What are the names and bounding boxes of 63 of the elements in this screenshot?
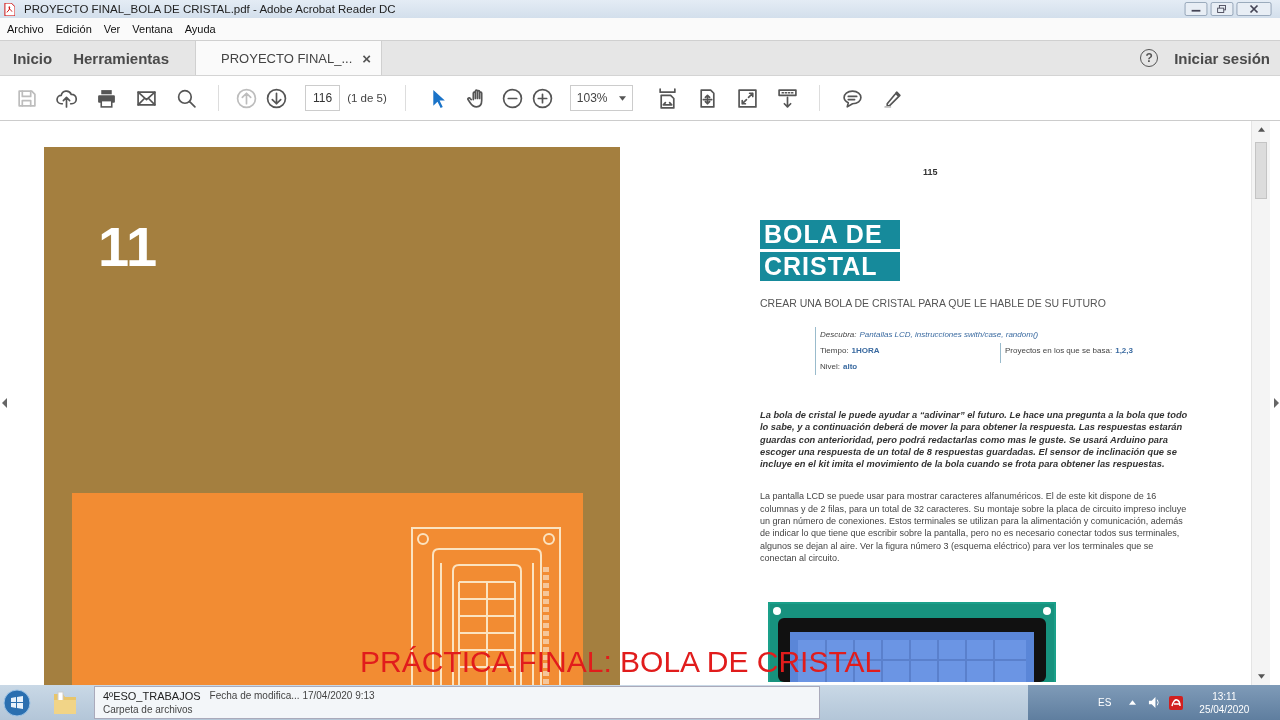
fullscreen-icon xyxy=(737,87,758,109)
page-number-field[interactable]: 116 xyxy=(305,85,341,111)
cloud-upload-icon xyxy=(55,87,77,109)
search-icon xyxy=(175,87,197,109)
speech-bubble-icon xyxy=(842,87,863,109)
printer-icon xyxy=(95,87,117,109)
window-title: PROYECTO FINAL_BOLA DE CRISTAL.pdf - Adobe Acrobat Reader DC xyxy=(24,3,396,15)
minimize-icon[interactable] xyxy=(1184,2,1208,16)
page-number: 115 xyxy=(923,167,938,177)
page-left-arrow-icon[interactable] xyxy=(2,398,7,408)
antivirus-icon[interactable] xyxy=(1169,695,1184,710)
vertical-scrollbar[interactable] xyxy=(1251,121,1270,685)
info-value: 1,2,3 xyxy=(1115,345,1133,357)
zoom-out-icon xyxy=(502,87,524,109)
menu-item[interactable]: Edición xyxy=(55,23,92,35)
chapter-title: CRISTAL xyxy=(760,252,900,281)
body-paragraph: La pantalla LCD se puede usar para mostrar caracteres alfanuméricos. El de este kit dispone de 16 columnas y de 2 filas, para un total de 32 caracteres. Su montaje sobre la placa de circuito impreso incluye un gran número de conexiones. Estos terminales se utilizan para la alimentación y comunicación, además de indicar lo que tiene que escribir sobre la pantalla, pero no es necesario conectar todos sus terminales, algunos se dejan al aire. Ver la figura número 3 (esquema eléctrico) para ver los terminales que se conectan al circuito. xyxy=(760,490,1188,565)
zoom-value: 103% xyxy=(576,91,608,105)
page-rotate-icon xyxy=(697,87,718,109)
save-icon xyxy=(15,87,37,109)
arrow-up-icon xyxy=(235,87,257,109)
sign-in-link[interactable]: Iniciar sesión xyxy=(1174,49,1270,67)
info-label: Nivel: xyxy=(820,361,840,373)
info-label: Descubra: xyxy=(820,329,857,341)
page-right-arrow-icon[interactable] xyxy=(1274,398,1279,408)
arrow-down-icon xyxy=(265,87,287,109)
zoom-dropdown[interactable]: 103% xyxy=(569,85,634,111)
dropdown-caret-icon xyxy=(619,95,627,101)
chapter-number: 11 xyxy=(98,219,159,275)
restore-icon[interactable] xyxy=(1210,2,1234,16)
scroll-down-icon[interactable] xyxy=(1257,674,1265,679)
scroll-up-icon[interactable] xyxy=(1257,127,1265,132)
fit-width-icon xyxy=(657,87,678,109)
tab-close-button[interactable]: × xyxy=(362,49,372,67)
pdf-file-icon xyxy=(4,2,15,16)
info-value: alto xyxy=(843,361,858,373)
modified-date: Fecha de modifica... 17/04/2020 9:13 xyxy=(209,690,375,702)
menu-item[interactable]: Ventana xyxy=(132,23,173,35)
zoom-in-icon xyxy=(532,87,554,109)
info-label: Proyectos en los que se basa: xyxy=(1005,345,1113,357)
menu-item[interactable]: Archivo xyxy=(7,23,44,35)
chapter-title: BOLA DE xyxy=(760,220,900,249)
start-button[interactable] xyxy=(2,687,32,718)
nav-tab[interactable]: Herramientas xyxy=(63,41,196,75)
info-value: 1HORA xyxy=(851,345,880,357)
folder-type: Carpeta de archivos xyxy=(103,704,194,715)
info-label: Tiempo: xyxy=(820,345,849,357)
chapter-subtitle: CREAR UNA BOLA DE CRISTAL PARA QUE LE HABLE DE SU FUTURO xyxy=(760,297,1106,309)
speaker-icon[interactable] xyxy=(1148,696,1162,709)
page-count: (1 de 5) xyxy=(347,92,387,104)
menu-item[interactable]: Ver xyxy=(103,23,121,35)
scrollbar-thumb[interactable] xyxy=(1255,142,1267,199)
scroll-mode-icon xyxy=(777,87,798,109)
info-value: Pantallas LCD, instrucciones swith/case, random() xyxy=(859,329,1039,341)
document-tab[interactable]: PROYECTO FINAL_... × xyxy=(195,41,383,75)
nav-tab[interactable]: Inicio xyxy=(0,41,64,75)
menu-item[interactable]: Ayuda xyxy=(184,23,216,35)
tab-title: PROYECTO FINAL_... xyxy=(221,50,353,66)
close-icon[interactable] xyxy=(1236,2,1272,16)
tray-expand-icon[interactable] xyxy=(1129,700,1137,705)
clock-date[interactable]: 25/04/2020 xyxy=(1199,702,1250,716)
folder-name: 4ºESO_TRABAJOS xyxy=(103,690,201,702)
intro-paragraph: La bola de cristal le puede ayudar a “adivinar” el futuro. Le hace una pregunta a la bola que todo lo sabe, y a continuación deberá de mover la para obtener la respuesta. Las respuestas estarán guardas con anterioridad, pero podrá redactarlas como mas le guste. Se usará Arduino para escoger una respuesta de un total de 8 respuestas guardadas. El sensor de inclinación que se incluye en el kit imita el movimiento de la bola cuando se frota para obtener las respuestas. xyxy=(760,409,1188,471)
